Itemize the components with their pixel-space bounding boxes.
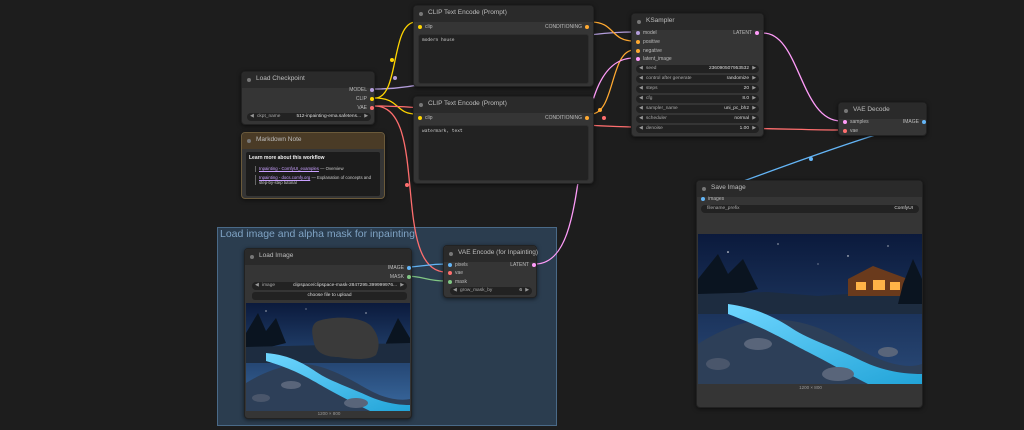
control-after-generate-widget[interactable]: ◀ control after generate randomize ▶ <box>636 75 759 83</box>
output-image-preview <box>698 234 922 384</box>
image-output-socket[interactable]: IMAGE <box>903 119 928 125</box>
filename-prefix-widget[interactable]: filename_prefix ComfyUI <box>701 205 919 213</box>
conditioning-wire-positive <box>590 21 635 42</box>
input-image-dimensions: 1200 × 800 <box>317 411 341 416</box>
denoise-widget[interactable]: ◀ denoise 1.00 ▶ <box>636 125 759 133</box>
load-checkpoint-node[interactable]: Load Checkpoint MODEL CLIP VAE ◀ ckpt_nam… <box>241 71 375 125</box>
mask-output-socket[interactable]: MASK <box>390 274 413 280</box>
mask-input-socket[interactable]: mask <box>446 279 467 285</box>
sampler-name-widget[interactable]: ◀ sampler_name uni_pc_bh2 ▶ <box>636 105 759 113</box>
negative-input-socket[interactable]: negative <box>634 48 662 54</box>
increment-arrow-icon[interactable]: ▶ <box>525 287 529 295</box>
conditioning-output-socket[interactable]: CONDITIONING <box>545 24 591 30</box>
increment-arrow-icon[interactable]: ▶ <box>752 75 756 83</box>
vae-output-socket[interactable]: VAE <box>357 105 376 111</box>
node-title: KSampler <box>646 17 675 24</box>
node-title: CLIP Text Encode (Prompt) <box>428 100 507 107</box>
image-output-socket[interactable]: IMAGE <box>388 265 413 271</box>
output-image-dimensions: 1200 × 800 <box>799 385 822 390</box>
collapse-dot-icon[interactable] <box>247 139 251 143</box>
markdown-note-node[interactable]: Markdown Note Learn more about this work… <box>241 132 385 199</box>
decrement-arrow-icon[interactable]: ◀ <box>639 95 643 103</box>
increment-arrow-icon[interactable]: ▶ <box>752 105 756 113</box>
decrement-arrow-icon[interactable]: ◀ <box>250 113 254 121</box>
decrement-arrow-icon[interactable]: ◀ <box>453 287 457 295</box>
positive-input-socket[interactable]: positive <box>634 39 660 45</box>
vae-input-socket[interactable]: vae <box>446 270 463 276</box>
vae-input-socket[interactable]: vae <box>841 128 858 134</box>
node-title: Load Checkpoint <box>256 75 305 82</box>
choose-file-upload-button[interactable]: choose file to upload <box>252 292 407 300</box>
ksampler-node[interactable]: KSampler model positive negative latent_… <box>631 13 764 137</box>
decrement-arrow-icon[interactable]: ◀ <box>639 105 643 113</box>
images-input-socket[interactable]: images <box>699 196 724 202</box>
clip-wire-positive <box>374 21 417 99</box>
decrement-arrow-icon[interactable]: ◀ <box>255 282 259 290</box>
model-output-socket[interactable]: MODEL <box>349 87 376 93</box>
node-title: CLIP Text Encode (Prompt) <box>428 9 507 16</box>
image-select-widget[interactable]: ◀ image clipspace/clipspace-mask-2847295.3… <box>252 282 407 290</box>
collapse-dot-icon[interactable] <box>250 255 254 259</box>
increment-arrow-icon[interactable]: ▶ <box>752 65 756 73</box>
decrement-arrow-icon[interactable]: ◀ <box>639 65 643 73</box>
markdown-content: Learn more about this workflow Inpaintin… <box>246 152 380 196</box>
model-input-socket[interactable]: model <box>634 30 657 36</box>
conditioning-output-socket[interactable]: CONDITIONING <box>545 115 591 121</box>
pixels-input-socket[interactable]: pixels <box>446 262 468 268</box>
node-title: Save Image <box>711 184 746 191</box>
vae-encode-inpainting-node[interactable]: VAE Encode (for Inpainting) pixels vae m… <box>443 245 539 298</box>
node-title: Markdown Note <box>256 136 302 143</box>
note-link-examples-desc: — Overview <box>320 166 344 171</box>
increment-arrow-icon[interactable]: ▶ <box>752 115 756 123</box>
note-link-examples[interactable]: Inpainting - ComfyUI_examples <box>259 166 319 171</box>
decrement-arrow-icon[interactable]: ◀ <box>639 115 643 123</box>
increment-arrow-icon[interactable]: ▶ <box>752 85 756 93</box>
samples-input-socket[interactable]: samples <box>841 119 869 125</box>
increment-arrow-icon[interactable]: ▶ <box>752 125 756 133</box>
clip-text-encode-positive-node[interactable]: CLIP Text Encode (Prompt) clip CONDITION… <box>413 5 594 87</box>
vae-decode-node[interactable]: VAE Decode samples vae IMAGE <box>838 102 927 136</box>
latent-image-input-socket[interactable]: latent_image <box>634 56 672 62</box>
clip-input-socket[interactable]: clip <box>416 115 433 121</box>
decrement-arrow-icon[interactable]: ◀ <box>639 125 643 133</box>
latent-output-socket[interactable]: LATENT <box>733 30 761 36</box>
decrement-arrow-icon[interactable]: ◀ <box>639 85 643 93</box>
node-title: VAE Decode <box>853 106 890 113</box>
steps-widget[interactable]: ◀ steps 20 ▶ <box>636 85 759 93</box>
clip-output-socket[interactable]: CLIP <box>356 96 376 102</box>
prompt-text-area[interactable]: modern house <box>418 34 589 84</box>
node-title: Load Image <box>259 252 294 259</box>
save-image-node[interactable]: Save Image images filename_prefix ComfyUI… <box>696 180 923 408</box>
node-title: VAE Encode (for Inpainting) <box>458 249 539 256</box>
clip-text-encode-negative-node[interactable]: CLIP Text Encode (Prompt) clip CONDITION… <box>413 96 594 184</box>
collapse-dot-icon[interactable] <box>844 109 848 113</box>
note-heading: Learn more about this workflow <box>249 155 325 161</box>
workflow-canvas[interactable]: Load image and alpha mask for inpainting <box>0 0 1024 430</box>
collapse-dot-icon[interactable] <box>419 12 423 16</box>
increment-arrow-icon[interactable]: ▶ <box>400 282 404 290</box>
increment-arrow-icon[interactable]: ▶ <box>752 95 756 103</box>
conditioning-wire-negative <box>590 49 635 115</box>
group-title: Load image and alpha mask for inpainting <box>220 228 415 240</box>
scheduler-widget[interactable]: ◀ scheduler normal ▶ <box>636 115 759 123</box>
collapse-dot-icon[interactable] <box>247 78 251 82</box>
collapse-dot-icon[interactable] <box>702 187 706 191</box>
seed-widget[interactable]: ◀ seed 236090507953532 ▶ <box>636 65 759 73</box>
collapse-dot-icon[interactable] <box>637 20 641 24</box>
latent-output-socket[interactable]: LATENT <box>510 262 538 268</box>
collapse-dot-icon[interactable] <box>449 252 453 256</box>
increment-arrow-icon[interactable]: ▶ <box>364 113 368 121</box>
latent-wire-decode <box>762 32 842 122</box>
input-image-preview <box>246 303 410 411</box>
clip-input-socket[interactable]: clip <box>416 24 433 30</box>
prompt-text-area[interactable]: watermark, text <box>418 125 589 181</box>
grow-mask-by-widget[interactable]: ◀ grow_mask_by 6 ▶ <box>450 287 532 295</box>
decrement-arrow-icon[interactable]: ◀ <box>639 75 643 83</box>
cfg-widget[interactable]: ◀ cfg 8.0 ▶ <box>636 95 759 103</box>
clip-wire-negative <box>374 97 417 115</box>
collapse-dot-icon[interactable] <box>419 103 423 107</box>
ckpt-name-widget[interactable]: ◀ ckpt_name 512-inpainting-ema.safetens...… <box>247 113 371 121</box>
load-image-node[interactable]: Load Image IMAGE MASK ◀ image clipspace/cl… <box>244 248 412 419</box>
